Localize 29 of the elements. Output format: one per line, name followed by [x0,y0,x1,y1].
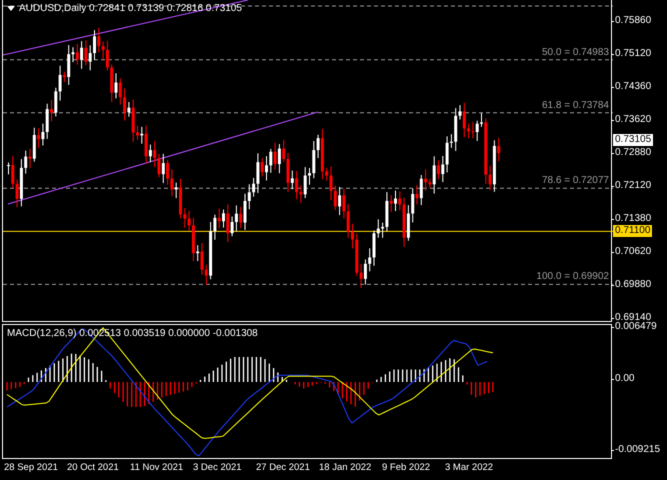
price-tag: 0.71100 [613,225,652,238]
price-axis-label: 0.75860 [615,15,652,26]
fibonacci-level-label: 100.0 = 0.69902 [536,271,609,282]
price-axis-label: 0.69140 [615,312,652,323]
macd-axis-label: 0.00 [615,373,634,384]
dropdown-triangle-icon[interactable] [7,6,15,11]
macd-axis-label: -0.009215 [615,444,660,455]
date-axis-label: 28 Sep 2021 [4,462,58,473]
price-axis-label: 0.72120 [615,180,652,191]
price-axis-label: 0.72880 [615,147,652,158]
macd-axis-label: 0.006479 [615,321,657,332]
price-axis-label: 0.75120 [615,48,652,59]
fibonacci-level-label: 50.0 = 0.74983 [542,46,609,58]
date-axis-label: 9 Feb 2022 [382,462,430,473]
date-axis-label: 3 Mar 2022 [445,462,494,473]
price-axis-label: 0.73620 [615,114,652,125]
price-tag: 0.73105 [613,134,654,146]
date-axis-label: 27 Dec 2021 [256,462,310,473]
price-axis-label: 0.74360 [615,81,652,92]
date-axis-label: 18 Jan 2022 [319,462,372,473]
price-axis-label: 0.69880 [615,279,652,290]
date-axis-label: 11 Nov 2021 [130,462,184,473]
fibonacci-level-label: 61.8 = 0.73784 [542,100,609,111]
price-axis-label: 0.71380 [615,213,652,224]
fibonacci-level-label: 78.6 = 0.72077 [542,175,609,186]
price-axis-label: 0.70620 [615,246,652,257]
date-axis-label: 3 Dec 2021 [193,462,242,473]
chart-title: AUDUSD,Daily 0.72841 0.73139 0.72816 0.73105 [19,3,242,14]
date-axis-label: 20 Oct 2021 [67,462,119,473]
